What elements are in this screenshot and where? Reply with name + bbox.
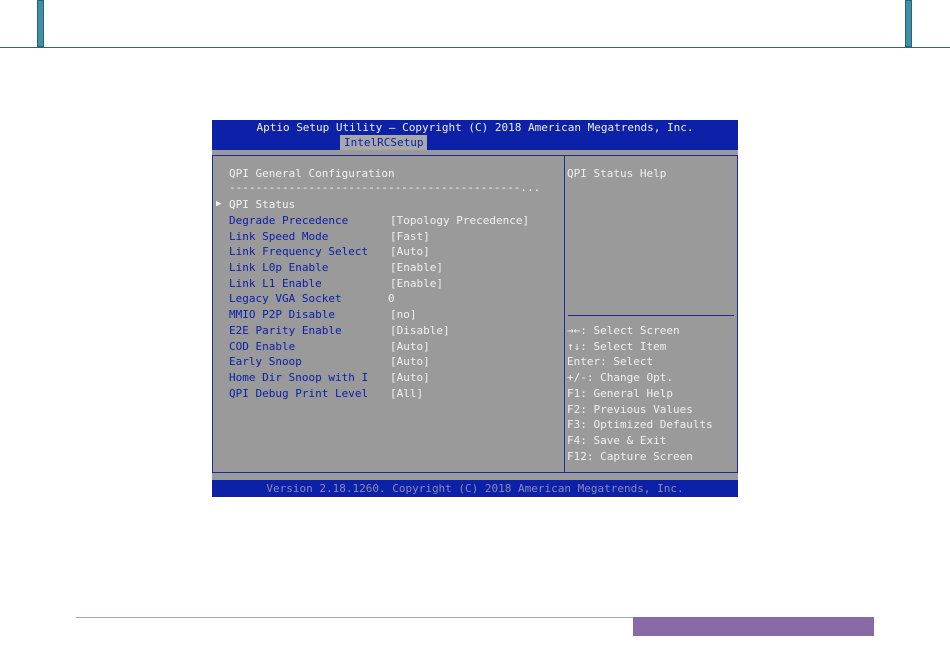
header-tab-left [37,0,44,47]
menu-item-link-speed-mode[interactable]: Link Speed Mode [229,230,328,244]
menu-item-link-l0p-enable[interactable]: Link L0p Enable [229,261,328,275]
value-legacy-vga-socket: 0 [388,292,395,305]
menu-item-mmio-p2p-disable[interactable]: MMIO P2P Disable [229,308,335,322]
menu-item-link-l1-enable[interactable]: Link L1 Enable [229,277,322,291]
tab-intelrcsetup[interactable]: IntelRCSetup [340,135,428,150]
value-degrade-precedence[interactable]: [Topology Precedence] [390,214,529,228]
key-hint-capture-screen: F12: Capture Screen [567,450,693,463]
help-divider [568,315,734,316]
key-hint-enter: Enter: Select [567,355,654,368]
header-rule [0,47,950,48]
value-link-frequency-select[interactable]: [Auto] [390,245,430,259]
value-link-l0p-enable[interactable]: [Enable] [390,261,443,275]
footer-accent-bar [633,617,874,636]
value-qpi-debug-print-level[interactable]: [All] [390,387,423,401]
menu-item-e2e-parity-enable[interactable]: E2E Parity Enable [229,324,342,338]
bios-main-panel: QPI General Configuration --------------… [212,155,738,473]
menu-item-degrade-precedence[interactable]: Degrade Precedence [229,214,348,228]
menu-item-qpi-debug-print-level[interactable]: QPI Debug Print Level [229,387,368,401]
help-text: QPI Status Help [567,167,667,180]
key-hint-general-help: F1: General Help [567,387,673,400]
key-hint-select-item: ↑↓: Select Item [567,340,667,353]
key-hint-save-exit: F4: Save & Exit [567,434,667,447]
value-home-dir-snoop[interactable]: [Auto] [390,371,430,385]
bios-setup-screen: Aptio Setup Utility – Copyright (C) 2018… [212,120,738,497]
panel-divider [564,156,565,472]
version-text: Version 2.18.1260. Copyright (C) 2018 Am… [266,482,684,495]
menu-item-early-snoop[interactable]: Early Snoop [229,355,302,369]
value-cod-enable[interactable]: [Auto] [390,340,430,354]
value-link-l1-enable[interactable]: [Enable] [390,277,443,291]
key-hint-optimized-defaults: F3: Optimized Defaults [567,418,713,431]
bios-title-bar: Aptio Setup Utility – Copyright (C) 2018… [212,120,738,150]
section-title: QPI General Configuration [229,167,395,180]
key-hint-previous-values: F2: Previous Values [567,403,693,416]
menu-item-legacy-vga-socket: Legacy VGA Socket [229,292,342,305]
menu-item-link-frequency-select[interactable]: Link Frequency Select [229,245,368,259]
bios-title: Aptio Setup Utility – Copyright (C) 2018… [256,121,694,134]
value-e2e-parity-enable[interactable]: [Disable] [390,324,450,338]
value-link-speed-mode[interactable]: [Fast] [390,230,430,244]
menu-item-home-dir-snoop[interactable]: Home Dir Snoop with I [229,371,368,385]
menu-item-cod-enable[interactable]: COD Enable [229,340,295,354]
menu-item-qpi-status[interactable]: QPI Status [229,198,295,212]
value-early-snoop[interactable]: [Auto] [390,355,430,369]
header-tab-right [905,0,912,47]
section-separator: ----------------------------------------… [229,181,541,194]
value-mmio-p2p-disable[interactable]: [no] [390,308,417,322]
submenu-arrow-icon: ▶ [216,199,222,209]
bios-version-bar: Version 2.18.1260. Copyright (C) 2018 Am… [212,480,738,497]
key-hint-select-screen: →←: Select Screen [567,324,680,337]
key-hint-change-opt: +/-: Change Opt. [567,371,673,384]
